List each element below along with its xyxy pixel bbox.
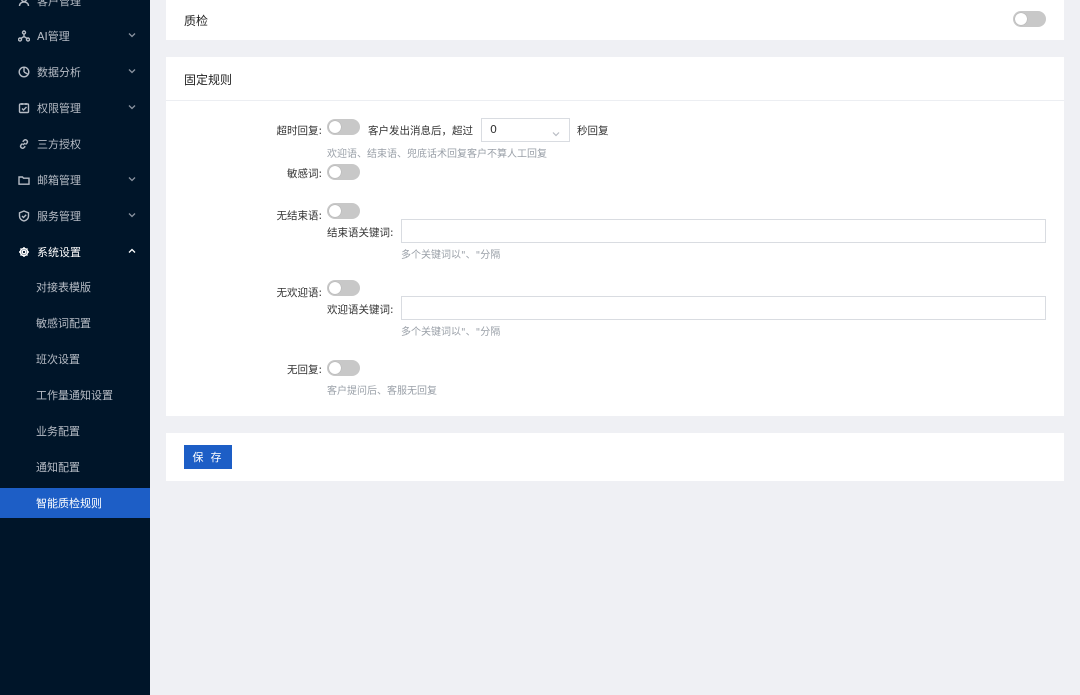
- no-reply-hint: 客户提问后、客服无回复: [327, 386, 437, 397]
- sidebar-item-system-settings[interactable]: 系统设置: [0, 237, 150, 267]
- permission-icon: [18, 102, 30, 114]
- save-button[interactable]: 保 存: [184, 445, 232, 469]
- sidebar-item-label: 系统设置: [37, 246, 81, 259]
- sidebar-item-label: 三方授权: [37, 138, 81, 151]
- sidebar-item-third-party-auth[interactable]: 三方授权: [0, 129, 150, 159]
- sidebar-item-mailbox[interactable]: 邮箱管理: [0, 165, 150, 195]
- sensitive-words-toggle[interactable]: [327, 164, 360, 180]
- chevron-down-icon: [127, 102, 137, 112]
- greeting-keywords-label: 欢迎语关键词:: [327, 304, 394, 316]
- timeout-reply-prefix: 客户发出消息后，超过: [368, 125, 473, 137]
- sidebar-subitem-label: 智能质检规则: [36, 497, 102, 510]
- no-reply-toggle[interactable]: [327, 360, 360, 376]
- quality-check-card: 质检: [166, 0, 1064, 40]
- link-icon: [18, 138, 30, 150]
- no-reply-label: 无回复:: [286, 364, 322, 376]
- timeout-seconds-value: 0: [490, 123, 497, 136]
- sidebar-subitem-label: 通知配置: [36, 461, 80, 474]
- chevron-down-icon: [551, 125, 561, 137]
- greeting-keywords-input[interactable]: [401, 296, 1046, 320]
- no-closing-toggle[interactable]: [327, 203, 360, 219]
- sidebar-subitem-notify-config[interactable]: 通知配置: [0, 452, 150, 482]
- timeout-reply-suffix: 秒回复: [577, 125, 609, 137]
- no-greeting-toggle[interactable]: [327, 280, 360, 296]
- quality-check-title: 质检: [184, 14, 209, 28]
- chevron-down-icon: [127, 66, 137, 76]
- customer-icon: [18, 0, 30, 7]
- no-greeting-label: 无欢迎语:: [276, 287, 322, 299]
- timeout-seconds-select[interactable]: 0: [481, 118, 570, 142]
- gear-icon: [18, 246, 30, 258]
- sidebar-subitem-sensitive-words[interactable]: 敏感词配置: [0, 308, 150, 338]
- greeting-keywords-hint: 多个关键词以"、"分隔: [401, 327, 501, 338]
- sidebar-item-permission[interactable]: 权限管理: [0, 93, 150, 123]
- sidebar-subitem-workload-notify[interactable]: 工作量通知设置: [0, 380, 150, 410]
- sidebar-item-customer[interactable]: 客户管理: [0, 0, 150, 16]
- sidebar-item-label: 客户管理: [37, 0, 81, 8]
- sidebar-subitem-label: 业务配置: [36, 425, 80, 438]
- ai-network-icon: [17, 30, 31, 42]
- sidebar-item-label: AI管理: [37, 30, 70, 43]
- fixed-rules-title: 固定规则: [184, 73, 233, 87]
- closing-keywords-hint: 多个关键词以"、"分隔: [401, 250, 501, 261]
- sidebar-item-label: 邮箱管理: [37, 174, 81, 187]
- sensitive-words-label: 敏感词:: [286, 168, 322, 180]
- shield-check-icon: [18, 210, 30, 222]
- sidebar-item-label: 权限管理: [37, 102, 81, 115]
- chevron-down-icon: [127, 174, 137, 184]
- sidebar-item-service[interactable]: 服务管理: [0, 201, 150, 231]
- chevron-up-icon: [127, 246, 137, 256]
- save-card: 保 存: [166, 433, 1064, 481]
- folder-icon: [18, 174, 30, 186]
- chevron-down-icon: [127, 30, 137, 40]
- sidebar-item-analytics[interactable]: 数据分析: [0, 57, 150, 87]
- no-closing-label: 无结束语:: [276, 210, 322, 222]
- sidebar-subitem-smart-qc-rules[interactable]: 智能质检规则: [0, 488, 150, 518]
- sidebar-subitem-label: 班次设置: [36, 353, 80, 366]
- timeout-reply-toggle[interactable]: [327, 119, 360, 135]
- sidebar-subitem-label: 对接表模版: [36, 281, 91, 294]
- sidebar-subitem-label: 工作量通知设置: [36, 389, 113, 402]
- analytics-icon: [18, 66, 30, 78]
- sidebar-item-label: 服务管理: [37, 210, 81, 223]
- sidebar-subitem-label: 敏感词配置: [36, 317, 91, 330]
- quality-check-toggle[interactable]: [1013, 11, 1046, 27]
- sidebar: 客户管理 AI管理 数据分析 权限管理 三方授权 邮箱管理 服务管理 系统设置 …: [0, 0, 150, 695]
- closing-keywords-input[interactable]: [401, 219, 1046, 243]
- sidebar-item-label: 数据分析: [37, 66, 81, 79]
- sidebar-subitem-shift-settings[interactable]: 班次设置: [0, 344, 150, 374]
- sidebar-item-ai[interactable]: AI管理: [0, 21, 150, 51]
- closing-keywords-label: 结束语关键词:: [327, 227, 394, 239]
- fixed-rules-card: 固定规则 超时回复: 客户发出消息后，超过 0 秒回复 欢迎语、结束语、兜底话术…: [166, 57, 1064, 416]
- chevron-down-icon: [127, 210, 137, 220]
- fixed-rules-header: 固定规则: [166, 57, 1064, 101]
- timeout-reply-hint: 欢迎语、结束语、兜底话术回复客户不算人工回复: [327, 149, 547, 160]
- timeout-reply-label: 超时回复:: [276, 125, 322, 137]
- sidebar-subitem-business-config[interactable]: 业务配置: [0, 416, 150, 446]
- sidebar-subitem-interface-template[interactable]: 对接表模版: [0, 272, 150, 302]
